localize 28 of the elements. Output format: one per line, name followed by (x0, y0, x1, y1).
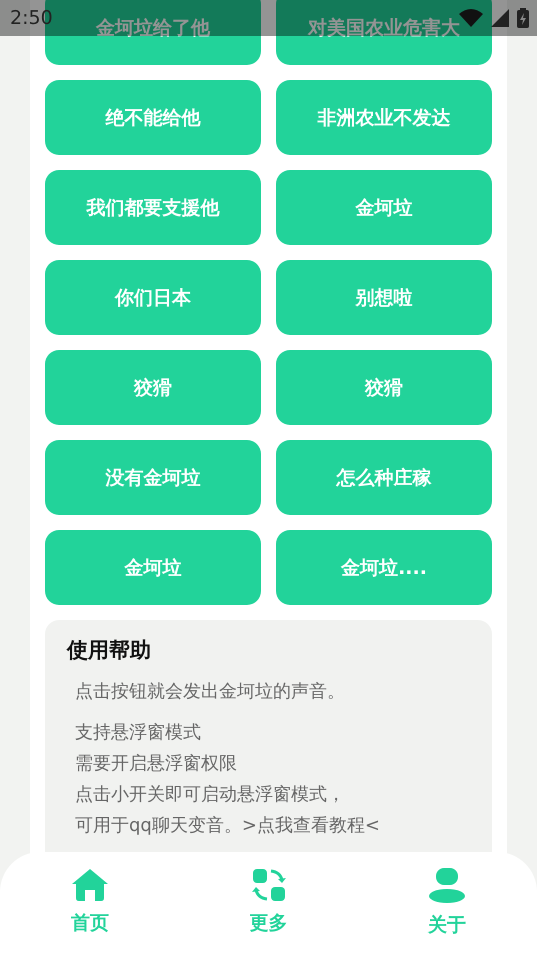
nav-tab[interactable]: 首页 (45, 852, 135, 956)
sound-button[interactable]: 别想啦 (276, 260, 492, 335)
nav-tab[interactable]: 关于 (402, 852, 492, 956)
sound-button[interactable]: 金坷垃 (45, 530, 261, 605)
swap-icon (252, 868, 286, 902)
nav-tab[interactable]: 更多 (224, 852, 314, 956)
sound-button[interactable]: 狡猾 (276, 350, 492, 425)
help-line: 需要开启悬浮窗权限 (74, 752, 238, 776)
sound-button[interactable]: 对美国农业危害大 (276, 0, 492, 65)
sound-button[interactable]: 非洲农业不发达 (276, 80, 492, 155)
help-line: 可用于qq聊天变音。>点我查看教程< (74, 814, 382, 838)
sound-button[interactable]: 没有金坷垃 (45, 440, 261, 515)
help-text: 点击按钮就会发出金坷垃的声音。 (74, 680, 346, 704)
help-line: 支持悬浮窗模式 (74, 721, 202, 745)
help-title: 使用帮助 (67, 637, 152, 664)
sound-button[interactable]: 你们日本 (45, 260, 261, 335)
signal-icon (491, 9, 509, 27)
sound-button[interactable]: 金坷垃 (276, 170, 492, 245)
home-icon (71, 868, 109, 902)
person-icon (429, 868, 465, 904)
sound-button[interactable]: 我们都要支援他 (45, 170, 261, 245)
sound-button[interactable]: 金坷垃.... (276, 530, 492, 605)
sound-button[interactable]: 绝不能给他 (45, 80, 261, 155)
sound-button[interactable]: 狡猾 (45, 350, 261, 425)
help-line: 点击小开关即可启动悬浮窗模式， (74, 783, 346, 807)
battery-icon (517, 8, 529, 28)
sound-button[interactable]: 怎么种庄稼 (276, 440, 492, 515)
wifi-icon (459, 9, 483, 27)
